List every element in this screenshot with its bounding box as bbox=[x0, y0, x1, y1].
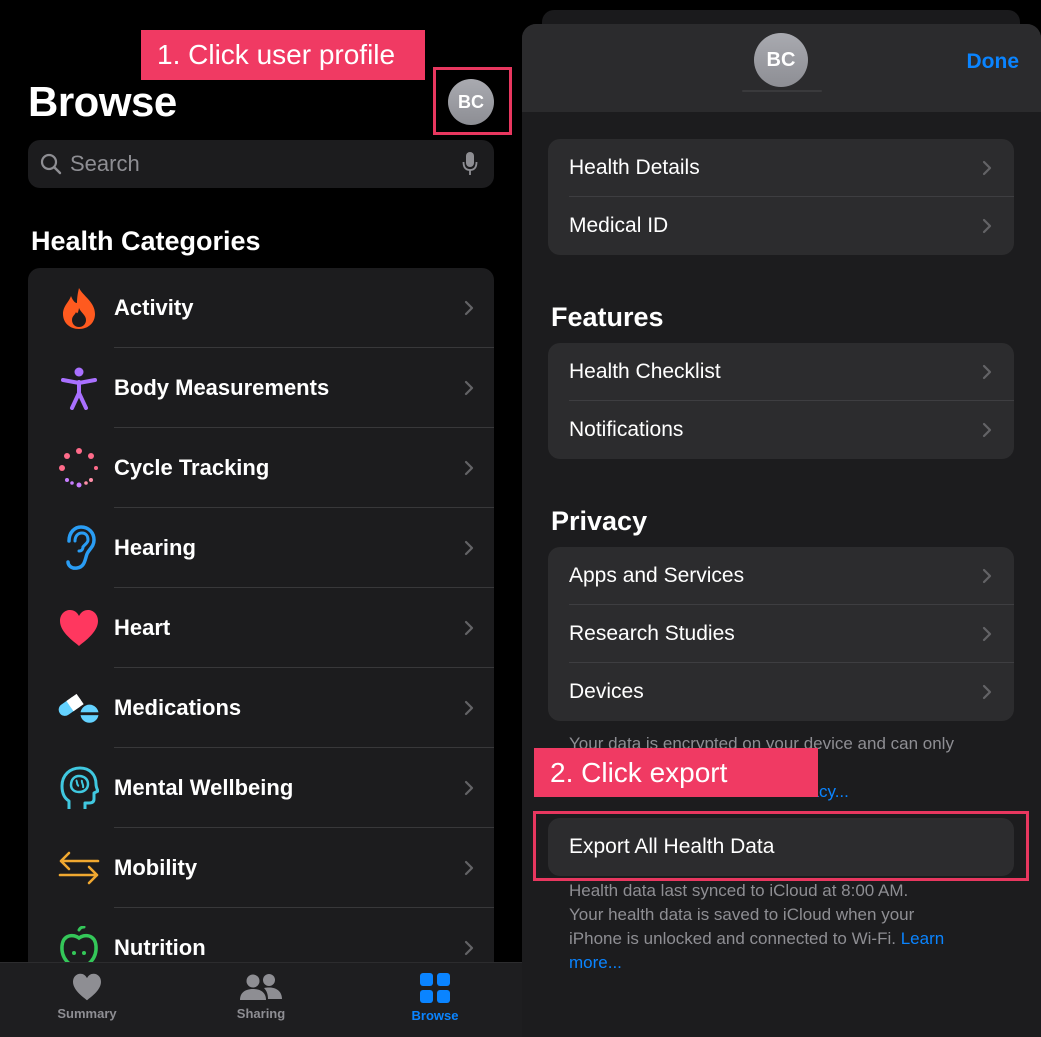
features-group: Health Checklist Notifications bbox=[548, 343, 1014, 459]
ear-icon bbox=[58, 525, 100, 570]
category-label: Mobility bbox=[114, 855, 198, 880]
head-brain-icon bbox=[58, 766, 100, 809]
category-label: Heart bbox=[114, 615, 171, 640]
row-label: Health Details bbox=[569, 156, 700, 179]
category-mobility[interactable]: Mobility bbox=[28, 828, 494, 908]
grid-icon bbox=[420, 973, 450, 1003]
learn-more-link[interactable]: Learn bbox=[901, 929, 944, 948]
chevron-right-icon bbox=[464, 780, 474, 796]
chevron-right-icon bbox=[464, 700, 474, 716]
search-bar[interactable] bbox=[28, 140, 494, 188]
category-label: Medications bbox=[114, 695, 242, 720]
tab-summary[interactable]: Summary bbox=[0, 963, 174, 1037]
row-label: Devices bbox=[569, 680, 644, 703]
row-apps-and-services[interactable]: Apps and Services bbox=[548, 547, 1014, 605]
category-label: Body Measurements bbox=[114, 375, 330, 400]
row-label: Notifications bbox=[569, 418, 684, 441]
tab-bar: Summary Sharing Browse bbox=[0, 962, 522, 1037]
category-hearing[interactable]: Hearing bbox=[28, 508, 494, 588]
chevron-right-icon bbox=[464, 940, 474, 956]
browse-screen: Browse BC Health Categories Activity bbox=[0, 0, 522, 1037]
people-icon bbox=[240, 974, 282, 1000]
category-label: Cycle Tracking bbox=[114, 455, 270, 480]
privacy-group: Apps and Services Research Studies Devic… bbox=[548, 547, 1014, 721]
pills-icon bbox=[58, 687, 100, 729]
health-categories-list: Activity Body Measurements Cycle Trackin… bbox=[28, 268, 494, 1008]
tab-label: Browse bbox=[411, 1008, 459, 1023]
row-label: Research Studies bbox=[569, 622, 735, 645]
tab-label: Summary bbox=[57, 1006, 117, 1021]
annotation-highlight-export bbox=[533, 811, 1029, 881]
profile-sheet: BC Done Health Details Medical ID Featur… bbox=[522, 24, 1041, 1037]
chevron-right-icon bbox=[982, 422, 992, 438]
row-medical-id[interactable]: Medical ID bbox=[548, 197, 1014, 255]
category-label: Mental Wellbeing bbox=[114, 775, 294, 800]
category-heart[interactable]: Heart bbox=[28, 588, 494, 668]
category-cycle-tracking[interactable]: Cycle Tracking bbox=[28, 428, 494, 508]
category-medications[interactable]: Medications bbox=[28, 668, 494, 748]
chevron-right-icon bbox=[982, 364, 992, 380]
category-mental-wellbeing[interactable]: Mental Wellbeing bbox=[28, 748, 494, 828]
chevron-right-icon bbox=[982, 626, 992, 642]
profile-name-ghost bbox=[742, 90, 822, 92]
cycle-dots-icon bbox=[58, 447, 100, 489]
chevron-right-icon bbox=[464, 380, 474, 396]
sync-text-line: Health data last synced to iCloud at 8:0… bbox=[569, 881, 909, 900]
category-label: Nutrition bbox=[114, 935, 206, 960]
done-button[interactable]: Done bbox=[967, 50, 1020, 74]
tab-sharing[interactable]: Sharing bbox=[174, 963, 348, 1037]
privacy-heading: Privacy bbox=[551, 506, 648, 536]
categories-heading: Health Categories bbox=[31, 226, 261, 256]
sync-text-line: Your health data is saved to iCloud when… bbox=[569, 905, 915, 924]
row-notifications[interactable]: Notifications bbox=[548, 401, 1014, 459]
page-title: Browse bbox=[28, 78, 177, 125]
profile-group: Health Details Medical ID bbox=[548, 139, 1014, 255]
row-devices[interactable]: Devices bbox=[548, 663, 1014, 721]
chevron-right-icon bbox=[982, 160, 992, 176]
category-body-measurements[interactable]: Body Measurements bbox=[28, 348, 494, 428]
row-health-details[interactable]: Health Details bbox=[548, 139, 1014, 197]
category-activity[interactable]: Activity bbox=[28, 268, 494, 348]
row-label: Medical ID bbox=[569, 214, 669, 237]
microphone-icon[interactable] bbox=[462, 151, 478, 177]
sync-text-line: iPhone is unlocked and connected to Wi-F… bbox=[569, 929, 896, 948]
sync-footer: Health data last synced to iCloud at 8:0… bbox=[569, 879, 1009, 975]
profile-sheet-screen: BC Done Health Details Medical ID Featur… bbox=[522, 0, 1041, 1037]
chevron-right-icon bbox=[464, 460, 474, 476]
chevron-right-icon bbox=[464, 620, 474, 636]
tab-browse[interactable]: Browse bbox=[348, 963, 522, 1037]
row-label: Apps and Services bbox=[569, 564, 745, 587]
sync-text-line-with-link: iPhone is unlocked and connected to Wi-F… bbox=[569, 927, 1009, 951]
heart-icon bbox=[73, 973, 101, 1001]
category-label: Activity bbox=[114, 295, 194, 320]
chevron-right-icon bbox=[464, 860, 474, 876]
chevron-right-icon bbox=[464, 300, 474, 316]
sheet-header: BC Done bbox=[522, 24, 1041, 112]
chevron-right-icon bbox=[982, 218, 992, 234]
annotation-highlight-profile bbox=[433, 67, 512, 135]
annotation-step-1: 1. Click user profile bbox=[141, 30, 425, 80]
features-heading: Features bbox=[551, 302, 664, 332]
category-label: Hearing bbox=[114, 535, 196, 560]
flame-icon bbox=[58, 287, 100, 329]
chevron-right-icon bbox=[982, 684, 992, 700]
arrows-icon bbox=[58, 847, 100, 889]
tab-label: Sharing bbox=[236, 1006, 286, 1021]
row-research-studies[interactable]: Research Studies bbox=[548, 605, 1014, 663]
person-figure-icon bbox=[58, 367, 100, 410]
search-icon bbox=[40, 153, 62, 175]
row-health-checklist[interactable]: Health Checklist bbox=[548, 343, 1014, 401]
annotation-step-2: 2. Click export bbox=[534, 748, 818, 797]
learn-more-link-tail[interactable]: more... bbox=[569, 951, 1009, 975]
heart-icon bbox=[58, 607, 100, 649]
chevron-right-icon bbox=[464, 540, 474, 556]
search-input[interactable] bbox=[70, 151, 462, 177]
chevron-right-icon bbox=[982, 568, 992, 584]
row-label: Health Checklist bbox=[569, 360, 721, 383]
profile-avatar: BC bbox=[754, 33, 808, 87]
